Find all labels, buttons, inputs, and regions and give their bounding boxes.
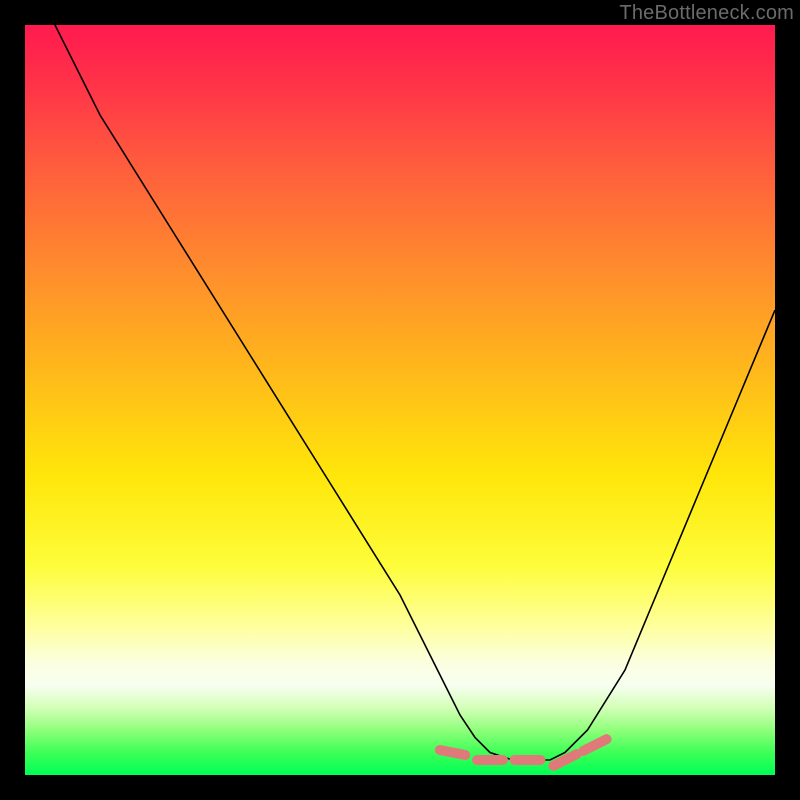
- optimal-range-markers: [440, 739, 607, 766]
- chart-frame: TheBottleneck.com: [0, 0, 800, 800]
- plot-area: [25, 25, 775, 775]
- chart-svg: [25, 25, 775, 775]
- bottleneck-curve: [55, 25, 775, 760]
- watermark-text: TheBottleneck.com: [619, 2, 794, 25]
- marker-capsule: [440, 750, 465, 755]
- marker-capsule: [583, 739, 606, 751]
